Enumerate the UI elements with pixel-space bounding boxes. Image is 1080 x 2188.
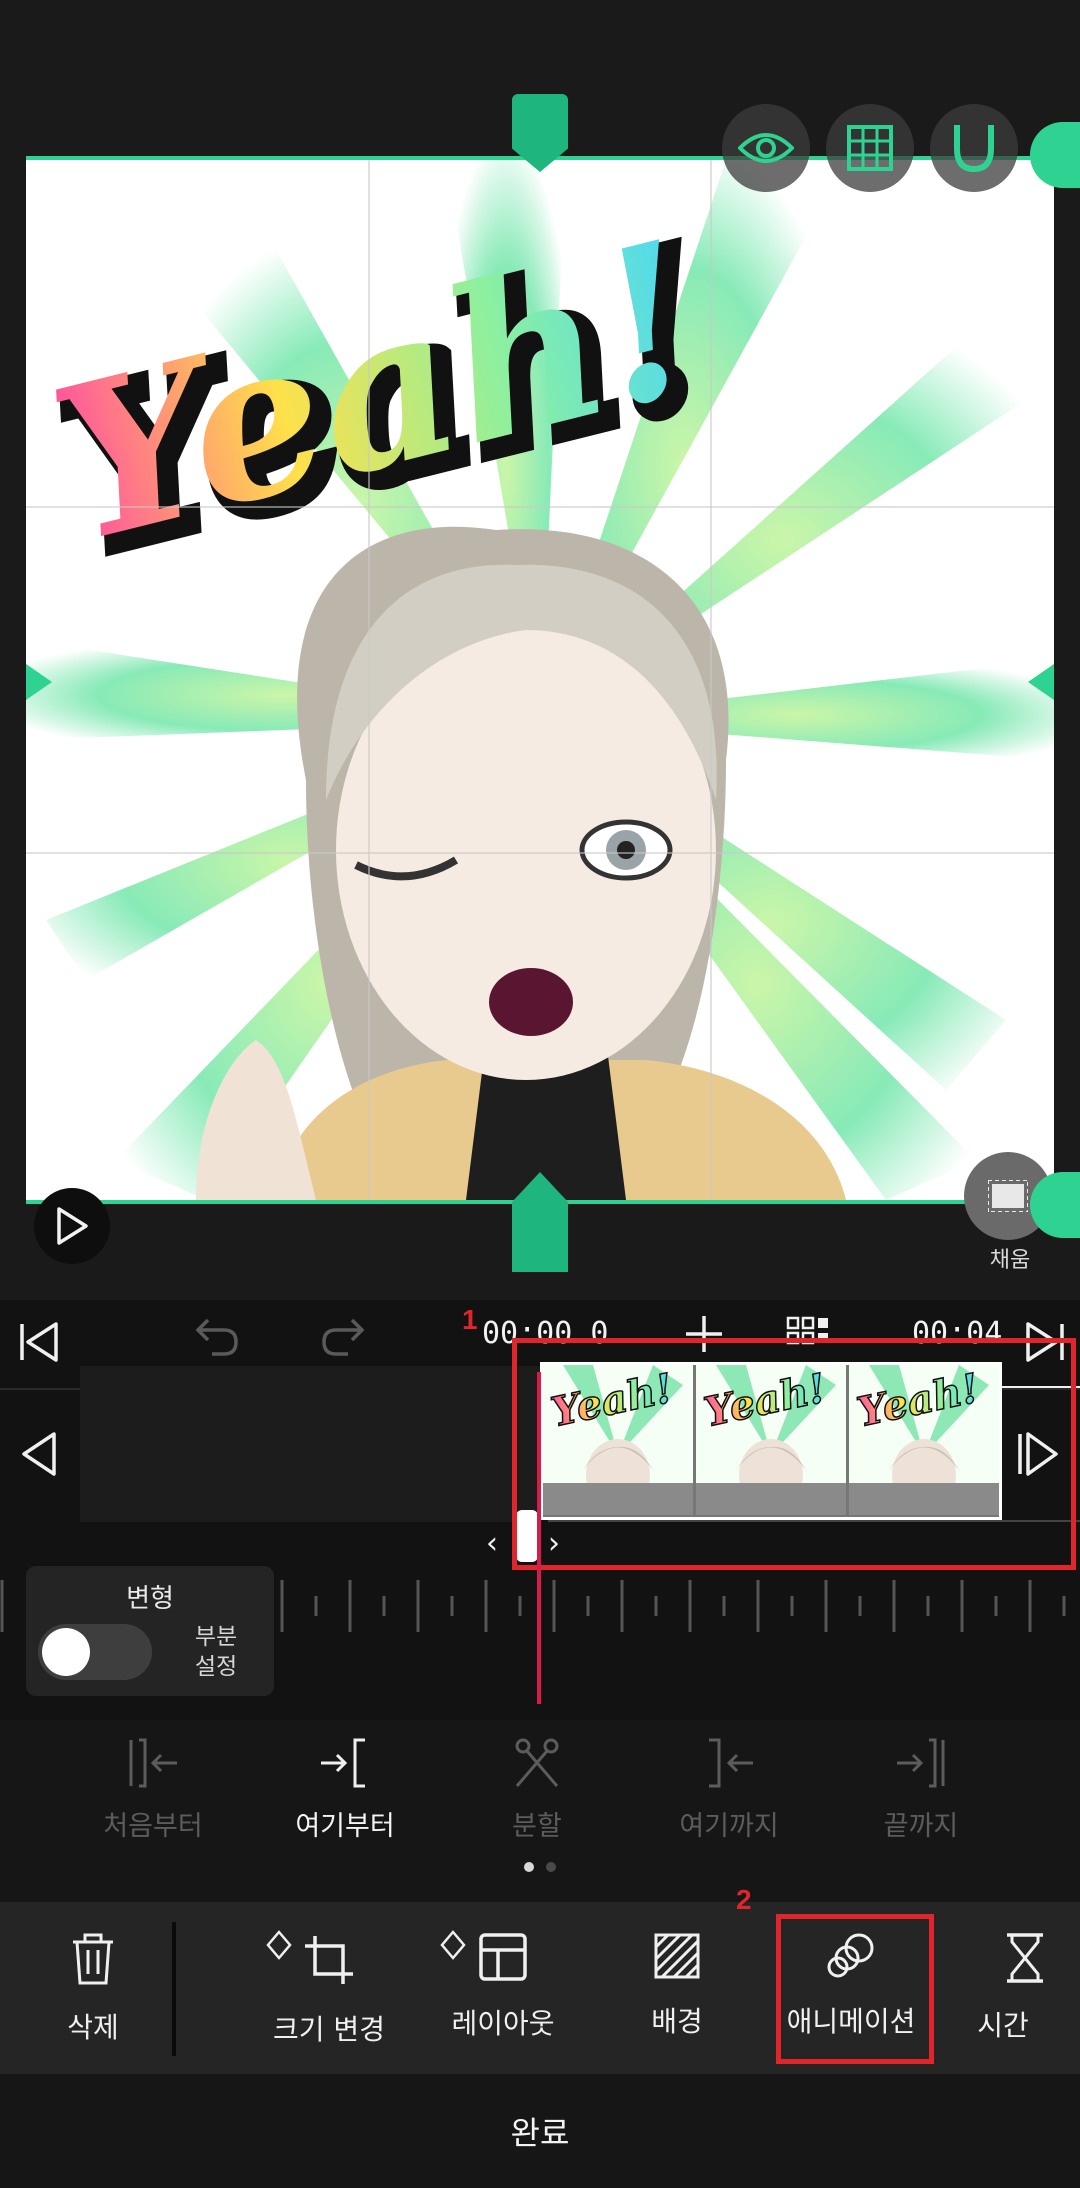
fill-icon: [988, 1180, 1028, 1212]
delete-button[interactable]: 삭제: [8, 1932, 178, 2046]
diamond-icon: [440, 1930, 466, 1960]
menu-label: 레이아웃: [451, 2007, 555, 2040]
redo-icon: [322, 1318, 365, 1356]
end-here-button[interactable]: 여기까지: [634, 1738, 824, 1843]
skip-start-icon: [20, 1322, 58, 1362]
eye-icon: [738, 133, 794, 163]
menu-label: 배경: [651, 2005, 703, 2038]
visibility-toggle-button[interactable]: [722, 104, 810, 192]
grid-line: [710, 160, 712, 1200]
trim-end-icon: [897, 1738, 945, 1788]
undo-icon: [195, 1318, 238, 1356]
snap-toggle-button[interactable]: [930, 104, 1018, 192]
annotation-number: 2: [736, 1884, 752, 1915]
grid-toggle-button[interactable]: [826, 104, 914, 192]
trim-from-start-button[interactable]: 처음부터: [58, 1738, 248, 1843]
partial-setting-label: 부분 설정: [194, 1624, 238, 1680]
toggle-knob: [42, 1628, 90, 1676]
undo-button[interactable]: [192, 1314, 240, 1362]
annotation-number: 1: [462, 1304, 478, 1335]
transform-title: 변형: [126, 1584, 174, 1614]
triangle-left-icon: [22, 1432, 56, 1476]
page-dot-active: [524, 1862, 534, 1872]
background-button[interactable]: 배경: [592, 1932, 762, 2040]
crop-icon: [305, 1936, 353, 1984]
playhead[interactable]: [537, 1372, 541, 1704]
tool-label: 끝까지: [883, 1811, 959, 1842]
grid-line: [368, 160, 370, 1200]
chevron-left-icon: ‹: [486, 1526, 498, 1561]
trim-from-here-icon: [321, 1738, 365, 1788]
play-button[interactable]: [34, 1188, 110, 1264]
sticker-image: Yeah! Yeah!: [26, 160, 1054, 1200]
background-icon: [654, 1933, 700, 1979]
partial-setting-toggle[interactable]: [38, 1624, 152, 1680]
tool-label: 분할: [512, 1811, 562, 1842]
trim-to-here-icon: [709, 1738, 753, 1788]
scissors-icon: [515, 1738, 559, 1787]
grid-icon: [847, 125, 893, 171]
video-canvas[interactable]: Yeah! Yeah!: [26, 160, 1054, 1200]
grid-line: [26, 852, 1054, 854]
left-drag-handle[interactable]: [26, 664, 52, 700]
duration-button[interactable]: 시간: [940, 1932, 1080, 2044]
play-icon: [57, 1207, 88, 1245]
start-from-here-button[interactable]: 여기부터: [250, 1738, 440, 1843]
grid-line: [26, 506, 1054, 508]
fill-label: 채움: [989, 1248, 1031, 1273]
trash-icon: [73, 1933, 113, 1985]
menu-label: 삭제: [67, 2011, 119, 2044]
prev-frame-button[interactable]: [18, 1430, 58, 1482]
diamond-icon: [266, 1930, 292, 1960]
menu-label: 크기 변경: [273, 2013, 385, 2046]
right-drag-handle[interactable]: [1028, 664, 1054, 700]
layout-icon: [479, 1933, 527, 1981]
tool-label: 처음부터: [103, 1811, 203, 1842]
highlight-box-1: [512, 1338, 1076, 1570]
hourglass-icon: [1007, 1933, 1043, 1983]
trim-start-icon: [129, 1738, 177, 1788]
menu-label: 시간: [977, 2009, 1029, 2042]
jump-start-button[interactable]: [16, 1318, 64, 1370]
trim-to-end-button[interactable]: 끝까지: [826, 1738, 1016, 1843]
tool-label: 여기까지: [679, 1811, 779, 1842]
transform-panel: 변형 부분 설정: [26, 1566, 274, 1696]
done-button[interactable]: 완료: [390, 2094, 690, 2168]
magnet-icon: [954, 125, 994, 173]
tool-label: 여기부터: [295, 1811, 395, 1842]
page-dot[interactable]: [546, 1862, 556, 1872]
redo-button[interactable]: [320, 1314, 368, 1362]
split-button[interactable]: 분할: [442, 1738, 632, 1843]
empty-track-region: [80, 1366, 540, 1522]
